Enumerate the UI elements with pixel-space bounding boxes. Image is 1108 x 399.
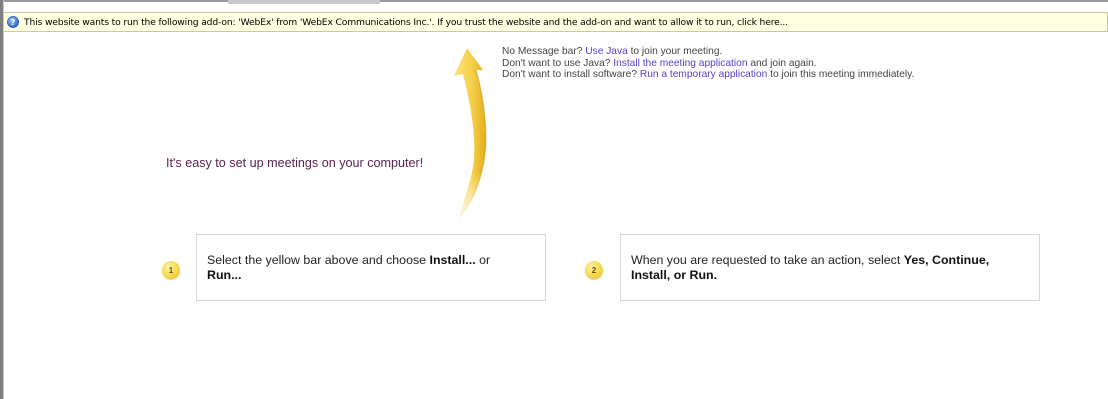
step-2-text: When you are requested to take an action… xyxy=(631,253,901,267)
install-app-line: Don't want to use Java? Install the meet… xyxy=(502,58,914,70)
use-java-line: No Message bar? Use Java to join your me… xyxy=(502,46,914,58)
use-java-link[interactable]: Use Java xyxy=(585,46,627,57)
step-2-box: When you are requested to take an action… xyxy=(620,234,1040,301)
alternative-join-options: No Message bar? Use Java to join your me… xyxy=(502,46,914,81)
curved-arrow-icon xyxy=(445,46,505,226)
window-tab-edge xyxy=(228,0,380,4)
step-1-text: Select the yellow bar above and choose xyxy=(207,253,427,267)
use-java-suffix: to join your meeting. xyxy=(630,46,723,57)
help-icon: ? xyxy=(7,16,19,28)
information-bar[interactable]: ? This website wants to run the followin… xyxy=(4,12,1108,32)
step-1-badge: 1 xyxy=(162,261,180,279)
window-left-border xyxy=(0,0,4,399)
window-top-border xyxy=(0,0,1108,2)
install-meeting-application-link[interactable]: Install the meeting application xyxy=(613,58,747,69)
temporary-app-suffix: to join this meeting immediately. xyxy=(770,69,915,80)
install-app-prefix: Don't want to use Java? xyxy=(502,57,611,69)
run-temporary-application-link[interactable]: Run a temporary application xyxy=(640,69,767,80)
information-bar-message: This website wants to run the following … xyxy=(24,16,788,28)
use-java-prefix: No Message bar? xyxy=(502,46,583,57)
step-1-box: Select the yellow bar above and choose I… xyxy=(196,234,546,301)
svg-text:?: ? xyxy=(11,18,16,27)
step-1-install: Install... xyxy=(429,253,476,267)
page-headline: It's easy to set up meetings on your com… xyxy=(166,156,424,170)
step-1-or: or xyxy=(479,253,491,267)
step-1-run: Run... xyxy=(207,268,242,282)
temporary-app-prefix: Don't want to install software? xyxy=(502,69,638,80)
step-2-badge: 2 xyxy=(585,261,603,279)
temporary-app-line: Don't want to install software? Run a te… xyxy=(502,69,914,81)
install-app-suffix: and join again. xyxy=(750,57,817,69)
